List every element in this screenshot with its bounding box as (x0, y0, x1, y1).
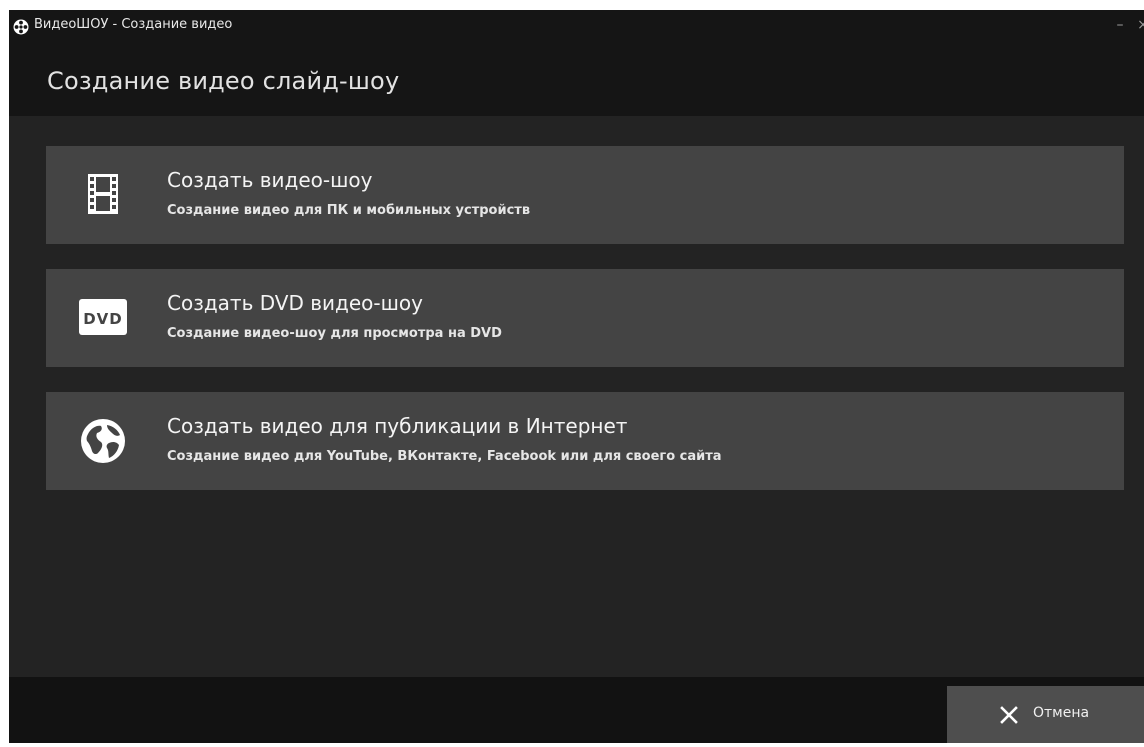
globe-icon (81, 419, 125, 463)
close-icon (1000, 706, 1018, 724)
cancel-label: Отмена (1033, 705, 1090, 721)
create-video-show-option[interactable]: Создать видео-шоу Создание видео для ПК … (46, 146, 1124, 244)
app-window: ВидеоШОУ - Создание видео – × Создание в… (9, 10, 1144, 743)
title-bar[interactable]: ВидеоШОУ - Создание видео – × (9, 10, 1144, 42)
window-title: ВидеоШОУ - Создание видео (34, 17, 233, 32)
option-description: Создание видео для YouTube, ВКонтакте, F… (167, 449, 722, 464)
film-reel-icon (13, 19, 29, 35)
minimize-button[interactable]: – (1112, 16, 1128, 34)
option-title: Создать видео для публикации в Интернет (167, 414, 628, 438)
film-strip-icon (88, 174, 118, 214)
cancel-button[interactable]: Отмена (947, 686, 1144, 743)
header: ВидеоШОУ - Создание видео – × Создание в… (9, 10, 1144, 116)
option-title: Создать DVD видео-шоу (167, 291, 423, 315)
dvd-icon: DVD (79, 299, 127, 335)
dvd-icon-text: DVD (83, 310, 123, 328)
page-title: Создание видео слайд-шоу (47, 67, 400, 95)
create-internet-video-option[interactable]: Создать видео для публикации в Интернет … (46, 392, 1124, 490)
option-title: Создать видео-шоу (167, 168, 373, 192)
close-window-button[interactable]: × (1135, 16, 1144, 34)
create-dvd-show-option[interactable]: DVD Создать DVD видео-шоу Создание видео… (46, 269, 1124, 367)
option-description: Создание видео-шоу для просмотра на DVD (167, 326, 502, 341)
option-description: Создание видео для ПК и мобильных устрой… (167, 203, 531, 218)
